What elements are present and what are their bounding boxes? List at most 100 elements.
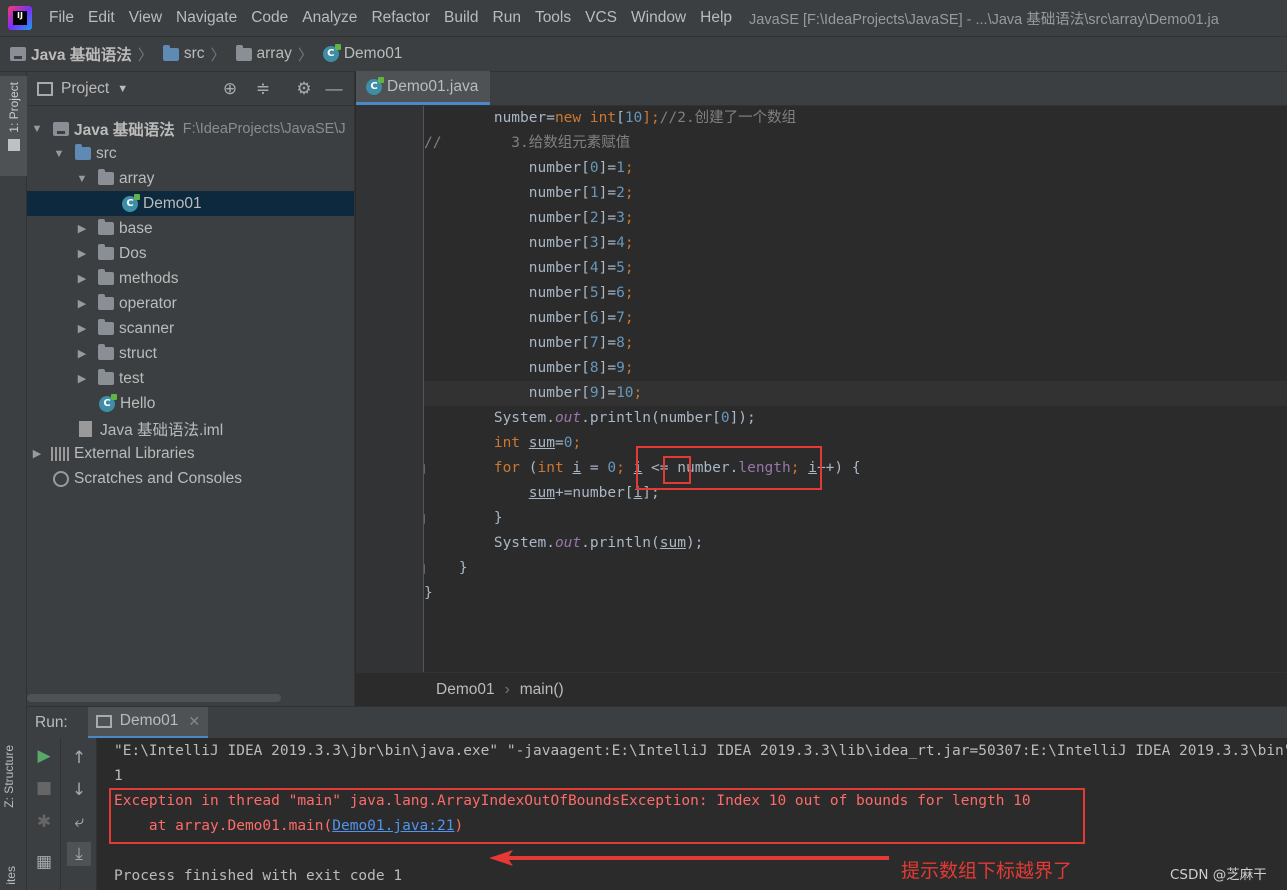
breadcrumb-class[interactable]: C Demo01	[313, 44, 402, 63]
chevron-right-icon[interactable]: ▶	[76, 347, 88, 360]
tree-item-external-libraries[interactable]: ▶ External Libraries	[27, 441, 354, 466]
chevron-right-icon[interactable]: ▶	[76, 372, 88, 385]
arrow-down-icon[interactable]: ↓	[67, 778, 91, 802]
code-comment: // 3.给数组元素赋值	[424, 135, 631, 151]
soft-wrap-icon[interactable]: ⤶	[67, 810, 91, 834]
code-line[interactable]: 21 sum+=number[i];	[424, 481, 1287, 506]
stacktrace-link[interactable]: Demo01.java:21	[332, 818, 454, 834]
hide-icon[interactable]: —	[325, 80, 343, 98]
code-token: number[	[424, 260, 590, 276]
gear-icon[interactable]: ⚙	[295, 80, 313, 98]
chevron-down-icon[interactable]: ▼	[117, 83, 128, 95]
code-line[interactable]: 24 }	[424, 556, 1287, 581]
code-line[interactable]: 14 number[6]=7;	[424, 306, 1287, 331]
breadcrumb-method[interactable]: main()	[520, 681, 564, 699]
menu-tools[interactable]: Tools	[528, 9, 578, 27]
menu-edit[interactable]: Edit	[81, 9, 122, 27]
chevron-right-icon[interactable]: ▶	[76, 247, 88, 260]
menu-refactor[interactable]: Refactor	[364, 9, 437, 27]
breadcrumb-module[interactable]: Java 基础语法 〉	[0, 43, 153, 65]
project-tool-window-button[interactable]: 1: Project	[0, 76, 27, 176]
breadcrumb-class[interactable]: Demo01	[436, 681, 495, 699]
code-line[interactable]: 8 number[0]=1;	[424, 156, 1287, 181]
code-line[interactable]: 20 for (int i = 0; i <= number.length; i…	[424, 456, 1287, 481]
stop-icon[interactable]: ■	[32, 776, 56, 800]
code-line[interactable]: 26	[424, 606, 1287, 631]
tree-item-iml[interactable]: Java 基础语法.iml	[27, 416, 354, 441]
chevron-right-icon[interactable]: ▶	[76, 272, 88, 285]
tree-item-array[interactable]: ▼ array	[27, 166, 354, 191]
chevron-down-icon[interactable]: ▼	[53, 148, 65, 160]
fold-icon[interactable]	[424, 564, 425, 574]
menu-run[interactable]: Run	[486, 9, 528, 27]
tree-item-demo01[interactable]: C Demo01	[27, 191, 354, 216]
code-line[interactable]: 13 number[5]=6;	[424, 281, 1287, 306]
tree-item-operator[interactable]: ▶ operator	[27, 291, 354, 316]
code-line-current[interactable]: 17 number[9]=10;	[424, 381, 1287, 406]
code-line[interactable]: 15 number[7]=8;	[424, 331, 1287, 356]
breadcrumb-array[interactable]: array 〉	[226, 44, 313, 65]
chevron-down-icon[interactable]: ▼	[76, 173, 88, 185]
scroll-to-end-icon[interactable]: ⤓	[67, 842, 91, 866]
chevron-right-icon[interactable]: ▶	[31, 447, 43, 460]
code-line[interactable]: 10 number[2]=3;	[424, 206, 1287, 231]
menu-help[interactable]: Help	[693, 9, 739, 27]
project-panel: Project ▼ ⊕ ≑ ⚙ — ▼ Java 基础语法 F:\IdeaPro…	[27, 72, 355, 706]
console-output[interactable]: "E:\IntelliJ IDEA 2019.3.3\jbr\bin\java.…	[97, 738, 1287, 890]
tree-item-dos[interactable]: ▶ Dos	[27, 241, 354, 266]
fold-icon[interactable]	[424, 514, 425, 524]
menu-view[interactable]: View	[122, 9, 169, 27]
tree-item-methods[interactable]: ▶ methods	[27, 266, 354, 291]
menu-window[interactable]: Window	[624, 9, 693, 27]
chevron-right-icon[interactable]: ▶	[76, 222, 88, 235]
locate-icon[interactable]: ⊕	[221, 80, 239, 98]
menu-analyze[interactable]: Analyze	[295, 9, 364, 27]
tree-item-scratches[interactable]: Scratches and Consoles	[27, 466, 354, 491]
tree-item-struct[interactable]: ▶ struct	[27, 341, 354, 366]
code-line[interactable]: 18 System.out.println(number[0]);	[424, 406, 1287, 431]
tree-item-scanner[interactable]: ▶ scanner	[27, 316, 354, 341]
structure-tool-window-button[interactable]: Z: Structure	[2, 745, 16, 808]
collapse-all-icon[interactable]: ≑	[254, 80, 272, 98]
tree-item-base[interactable]: ▶ base	[27, 216, 354, 241]
tab-demo01-java[interactable]: C Demo01.java	[356, 71, 491, 105]
code-line[interactable]: 22 }	[424, 506, 1287, 531]
code-line[interactable]: 23 System.out.println(sum);	[424, 531, 1287, 556]
menu-vcs[interactable]: VCS	[578, 9, 624, 27]
tree-item-test[interactable]: ▶ test	[27, 366, 354, 391]
code-line[interactable]: 7// 3.给数组元素赋值	[424, 131, 1287, 156]
debug-icon[interactable]: ✱	[32, 810, 56, 834]
line-number-gutter[interactable]	[356, 106, 424, 672]
menu-code[interactable]: Code	[244, 9, 295, 27]
layout-icon[interactable]: ▦	[32, 850, 56, 874]
arrow-up-icon[interactable]: ↑	[67, 746, 91, 770]
code-area[interactable]: 6 number=new int[10];//2.创建了一个数组 7// 3.给…	[424, 106, 1287, 672]
rerun-icon[interactable]: ▶	[32, 744, 56, 768]
module-icon	[10, 47, 26, 61]
close-icon[interactable]: ✕	[188, 713, 200, 730]
code-line[interactable]: 6 number=new int[10];//2.创建了一个数组	[424, 106, 1287, 131]
code-line[interactable]: 25}	[424, 581, 1287, 606]
chevron-right-icon[interactable]: ▶	[76, 322, 88, 335]
code-line[interactable]: 16 number[8]=9;	[424, 356, 1287, 381]
menu-file[interactable]: File	[42, 9, 81, 27]
tree-item-module[interactable]: ▼ Java 基础语法 F:\IdeaProjects\JavaSE\J	[27, 116, 354, 141]
tree-item-hello[interactable]: C Hello	[27, 391, 354, 416]
code-line[interactable]: 19 int sum=0;	[424, 431, 1287, 456]
code-line[interactable]: 9 number[1]=2;	[424, 181, 1287, 206]
project-panel-header: Project ▼ ⊕ ≑ ⚙ —	[27, 72, 354, 106]
horizontal-scrollbar[interactable]	[27, 694, 281, 702]
code-line[interactable]: 12 number[4]=5;	[424, 256, 1287, 281]
menu-build[interactable]: Build	[437, 9, 485, 27]
tree-item-label: External Libraries	[74, 444, 195, 462]
chevron-down-icon[interactable]: ▼	[31, 123, 43, 135]
menu-navigate[interactable]: Navigate	[169, 9, 244, 27]
favorites-tool-window-button[interactable]: ites	[4, 866, 18, 885]
project-view-selector[interactable]: Project	[61, 80, 109, 98]
chevron-right-icon[interactable]: ▶	[76, 297, 88, 310]
code-line[interactable]: 11 number[3]=4;	[424, 231, 1287, 256]
tree-item-src[interactable]: ▼ src	[27, 141, 354, 166]
fold-icon[interactable]	[424, 464, 425, 474]
breadcrumb-src[interactable]: src 〉	[153, 44, 226, 65]
run-tab-demo01[interactable]: Demo01 ✕	[87, 706, 209, 739]
